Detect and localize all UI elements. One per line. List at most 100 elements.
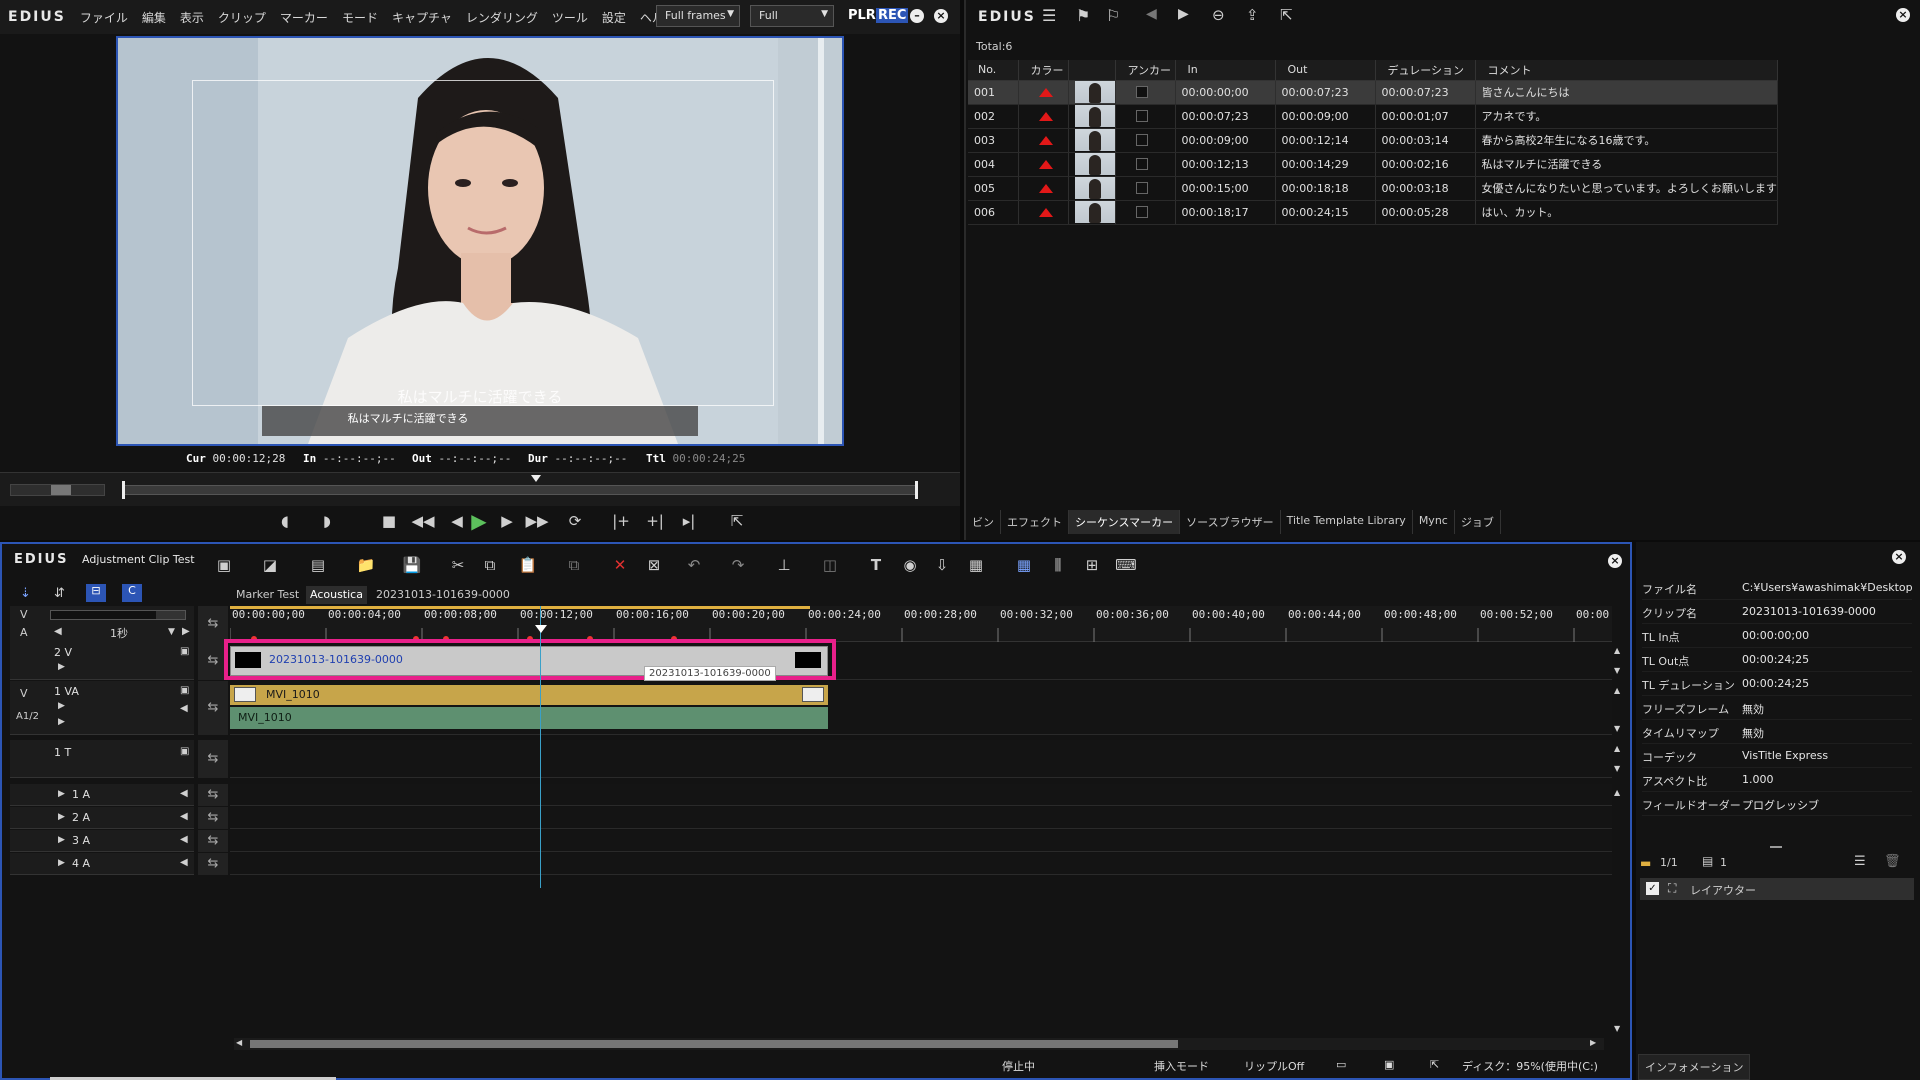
marker-list-icon[interactable]: ☰ (1042, 6, 1056, 25)
col-color[interactable]: カラー (1018, 60, 1069, 81)
anchor-checkbox[interactable] (1135, 134, 1148, 146)
scroll-down-icon[interactable]: ▼ (1614, 666, 1620, 675)
anchor-checkbox[interactable] (1135, 158, 1148, 170)
multicam-icon[interactable]: ⊞ (1080, 554, 1104, 576)
loop-play-icon[interactable]: ⟳ (562, 508, 588, 534)
horizontal-scrollbar[interactable]: ◀ ▶ (234, 1038, 1604, 1050)
chevron-down-icon[interactable]: ▼ (168, 627, 175, 637)
open-project-icon[interactable]: 📁 (354, 554, 378, 576)
delete-filter-icon[interactable]: 🗑 (1884, 854, 1901, 869)
sync-toggle-icon[interactable]: ⇆ (198, 830, 228, 852)
mode-icon[interactable]: ◪ (258, 554, 282, 576)
marker-anchor[interactable] (1115, 176, 1176, 201)
export-marker-icon[interactable]: ⇱ (1280, 6, 1293, 24)
rec-button[interactable]: REC (876, 8, 909, 23)
plr-button[interactable]: PLR (848, 8, 876, 23)
expand-icon[interactable]: ▶ (58, 717, 65, 727)
marker-tool-icon[interactable]: ⊥ (772, 554, 796, 576)
export-icon[interactable]: ⇩ (930, 554, 954, 576)
audio-clip[interactable]: MVI_1010 (230, 707, 828, 729)
sync-toggle-icon[interactable]: ⇆ (198, 740, 228, 778)
marker-anchor[interactable] (1115, 152, 1176, 177)
track-lane-2a[interactable] (230, 807, 1612, 829)
track-header-4a[interactable]: ▶ 4 A ◀ (10, 853, 194, 875)
menu-file[interactable]: ファイル (80, 9, 128, 26)
snap-icon[interactable]: ⇣ (20, 586, 31, 601)
overwrite-icon[interactable]: +| (642, 508, 668, 534)
menu-settings[interactable]: 設定 (602, 9, 626, 26)
scroll-up-icon[interactable]: ▲ (1614, 646, 1620, 655)
delete-icon[interactable]: ✕ (608, 554, 632, 576)
splitter-handle[interactable] (1770, 846, 1782, 848)
filter-enable-checkbox[interactable]: ✓ (1646, 882, 1659, 895)
track-lane-1a[interactable] (230, 784, 1612, 806)
marker-color[interactable] (1018, 128, 1069, 153)
transition-icon[interactable]: ◫ (818, 554, 842, 576)
title-icon[interactable]: T (864, 554, 888, 576)
marker-color[interactable] (1018, 200, 1069, 225)
menu-edit[interactable]: 編集 (142, 9, 166, 26)
tab-mync[interactable]: Mync (1413, 510, 1455, 534)
marker-comment[interactable]: 皆さんこんにちは (1475, 80, 1778, 105)
frames-dropdown[interactable]: Full frames ▼ (656, 5, 740, 27)
marker-comment[interactable]: 女優さんになりたいと思っています。よろしくお願いします (1475, 176, 1778, 201)
sync-toggle-icon[interactable]: ⇆ (198, 853, 228, 875)
expand-icon[interactable]: ▶ (58, 858, 65, 868)
insert-icon[interactable]: |+ (608, 508, 634, 534)
col-thumb[interactable] (1068, 60, 1116, 81)
tab-job[interactable]: ジョブ (1455, 510, 1501, 534)
col-in[interactable]: In (1175, 60, 1276, 81)
marker-comment[interactable]: アカネです。 (1475, 104, 1778, 129)
track-header-1va[interactable]: V A1/2 1 VA ▶ ▶ ▣ ◀ (10, 681, 194, 735)
track-header-1t[interactable]: 1 T ▣ (10, 740, 194, 778)
marker-comment[interactable]: 私はマルチに活躍できる (1475, 152, 1778, 177)
minimize-icon[interactable]: – (910, 9, 924, 23)
col-anchor[interactable]: アンカー (1115, 60, 1176, 81)
scroll-up-icon[interactable]: ▲ (1614, 788, 1620, 797)
keyboard-icon[interactable]: ⌨ (1114, 554, 1138, 576)
menu-marker[interactable]: マーカー (280, 9, 328, 26)
filter-row[interactable]: ✓ ⛶ レイアウター (1640, 878, 1914, 900)
speaker-icon[interactable]: ◀ (180, 811, 188, 822)
play-icon[interactable]: ▶ (466, 508, 492, 534)
expand-icon[interactable]: ▶ (58, 789, 65, 799)
group-link-icon[interactable]: C (122, 584, 142, 602)
expand-icon[interactable]: ▶ (58, 701, 65, 711)
rewind-icon[interactable]: ◀◀ (410, 508, 436, 534)
track-header-3a[interactable]: ▶ 3 A ◀ (10, 830, 194, 852)
col-out[interactable]: Out (1275, 60, 1376, 81)
close-icon[interactable]: × (1892, 550, 1906, 564)
track-lane-4a[interactable] (230, 853, 1612, 875)
sequence-tab-acoustica[interactable]: Acoustica (306, 586, 367, 604)
marker-anchor[interactable] (1115, 104, 1176, 129)
delete-marker-icon[interactable]: ⊖ (1212, 6, 1225, 24)
anchor-checkbox[interactable] (1135, 182, 1148, 194)
print-icon[interactable]: ▦ (964, 554, 988, 576)
status-ripple[interactable]: リップルOff (1244, 1058, 1304, 1074)
menu-mode[interactable]: モード (342, 9, 378, 26)
marker-set-icon[interactable]: ⚑ (1076, 6, 1090, 25)
marker-comment[interactable]: 春から高校2年生になる16歳です。 (1475, 128, 1778, 153)
timeline-view-icon[interactable]: ▦ (1012, 554, 1036, 576)
marker-color[interactable] (1018, 152, 1069, 177)
sync-toggle-icon[interactable]: ⇆ (198, 807, 228, 829)
replace-icon[interactable]: ⧉ (562, 554, 586, 576)
scrubber-end-handle[interactable] (915, 481, 918, 499)
anchor-checkbox[interactable] (1135, 86, 1148, 98)
export-status-icon[interactable]: ⇱ (1430, 1058, 1439, 1071)
marker-color[interactable] (1018, 104, 1069, 129)
playhead-handle-icon[interactable] (535, 625, 547, 633)
ripple-icon[interactable]: ⇵ (54, 586, 65, 601)
marker-color[interactable] (1018, 176, 1069, 201)
marker-row[interactable]: 006 00:00:18;17 00:00:24;15 00:00:05;28 … (968, 200, 1778, 225)
close-icon[interactable]: × (934, 9, 948, 23)
import-marker-icon[interactable]: ⇪ (1246, 6, 1259, 24)
marker-anchor[interactable] (1115, 80, 1176, 105)
close-icon[interactable]: × (1608, 554, 1622, 568)
scroll-left-icon[interactable]: ◀ (236, 1038, 242, 1047)
marker-comment[interactable]: はい、カット。 (1475, 200, 1778, 225)
video-clip[interactable]: MVI_1010 (230, 685, 828, 705)
menu-capture[interactable]: キャプチャ (392, 9, 452, 26)
a-patch-label[interactable]: A (20, 626, 28, 639)
scroll-up-icon[interactable]: ▲ (1614, 686, 1620, 695)
